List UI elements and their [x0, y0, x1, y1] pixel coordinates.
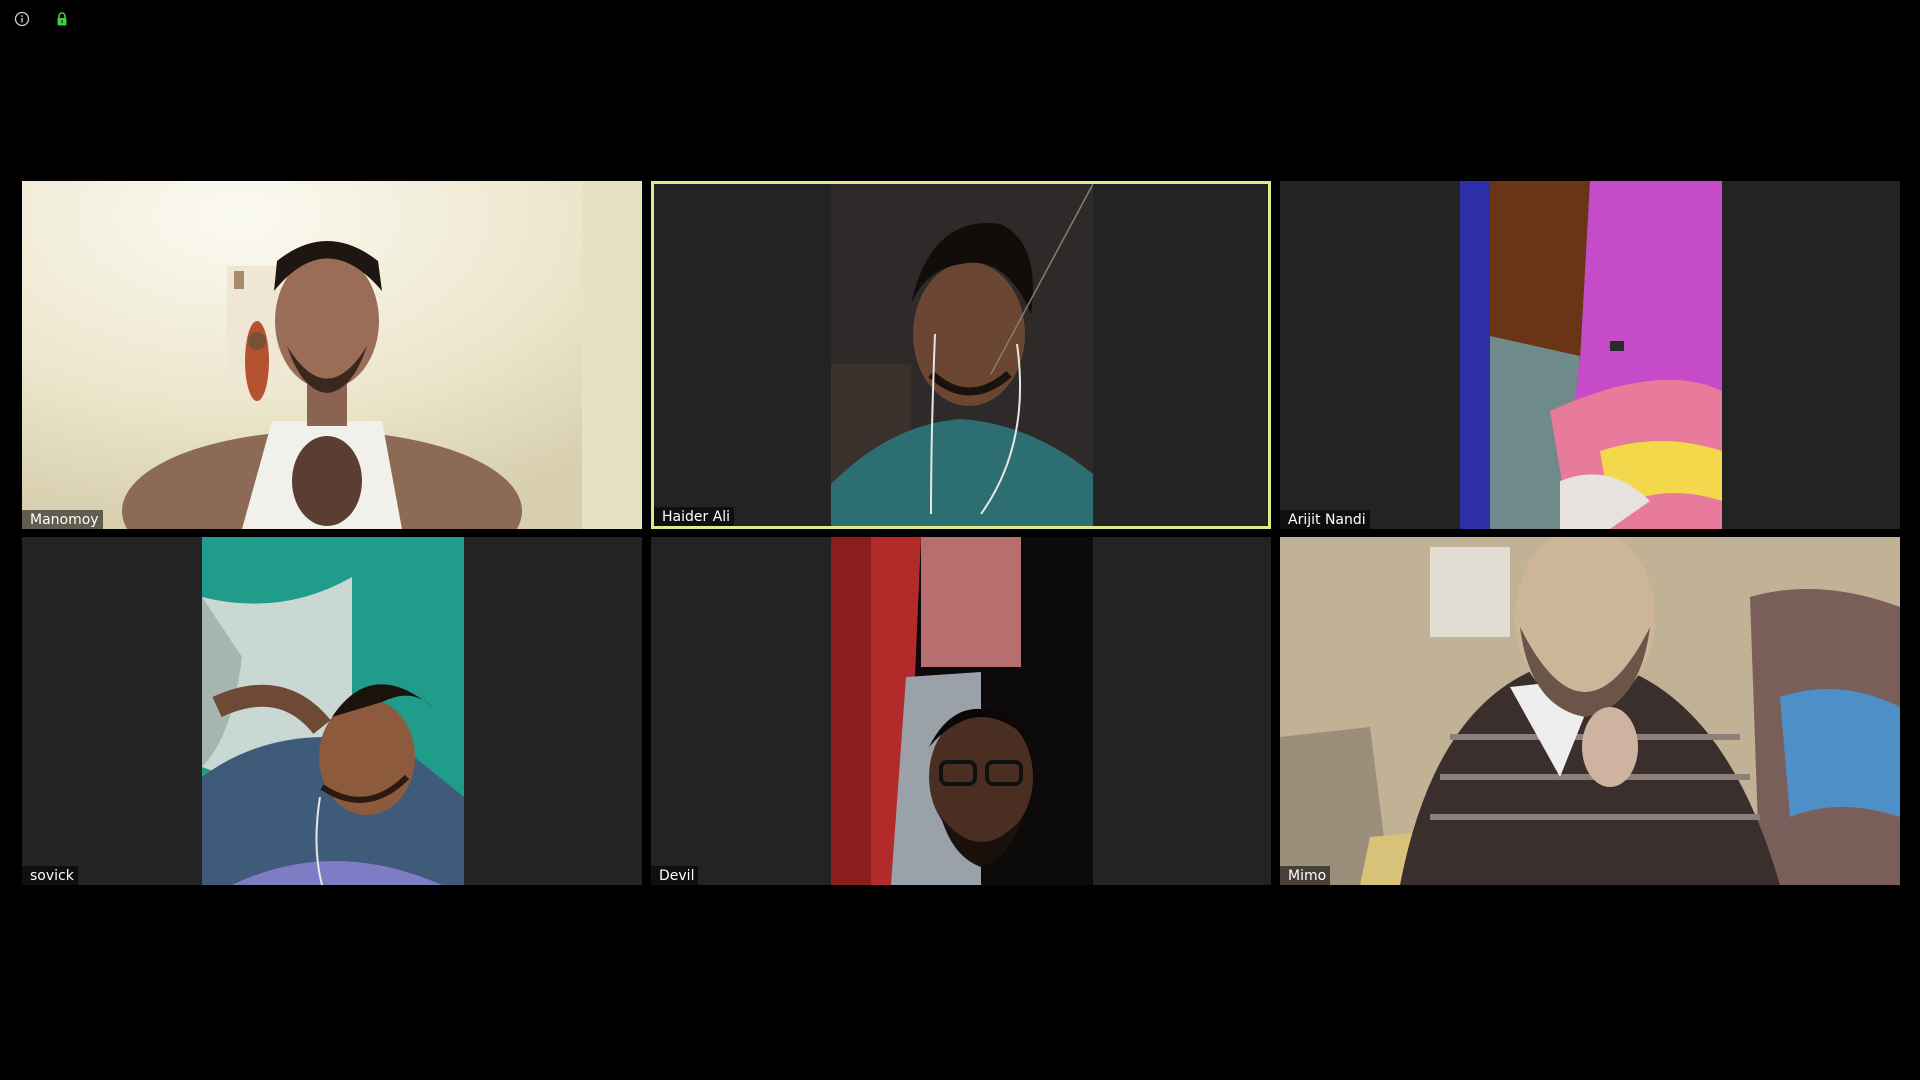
- participant-tile-devil[interactable]: Devil: [651, 537, 1271, 885]
- participant-tile-haider-ali[interactable]: Haider Ali: [651, 181, 1271, 529]
- lock-icon[interactable]: [54, 11, 70, 27]
- participant-name: sovick: [22, 866, 78, 885]
- participant-tile-manomoy[interactable]: Manomoy: [22, 181, 642, 529]
- participant-video: [1280, 537, 1900, 885]
- participant-video: [831, 537, 1093, 885]
- participant-video: [22, 181, 642, 529]
- video-gallery: Manomoy Haider Ali Arijit Nandi sovick D…: [22, 181, 1900, 885]
- meeting-info-bar: [14, 11, 70, 27]
- participant-name: Devil: [651, 866, 699, 885]
- participant-name: Mimo: [1280, 866, 1331, 885]
- participant-name: Haider Ali: [654, 507, 735, 526]
- participant-name: Arijit Nandi: [1280, 510, 1370, 529]
- participant-name: Manomoy: [22, 510, 103, 529]
- participant-video: [831, 184, 1093, 526]
- info-icon[interactable]: [14, 11, 30, 27]
- participant-tile-mimo[interactable]: Mimo: [1280, 537, 1900, 885]
- participant-tile-sovick[interactable]: sovick: [22, 537, 642, 885]
- participant-video: [1460, 181, 1722, 529]
- participant-video: [202, 537, 464, 885]
- participant-tile-arijit-nandi[interactable]: Arijit Nandi: [1280, 181, 1900, 529]
